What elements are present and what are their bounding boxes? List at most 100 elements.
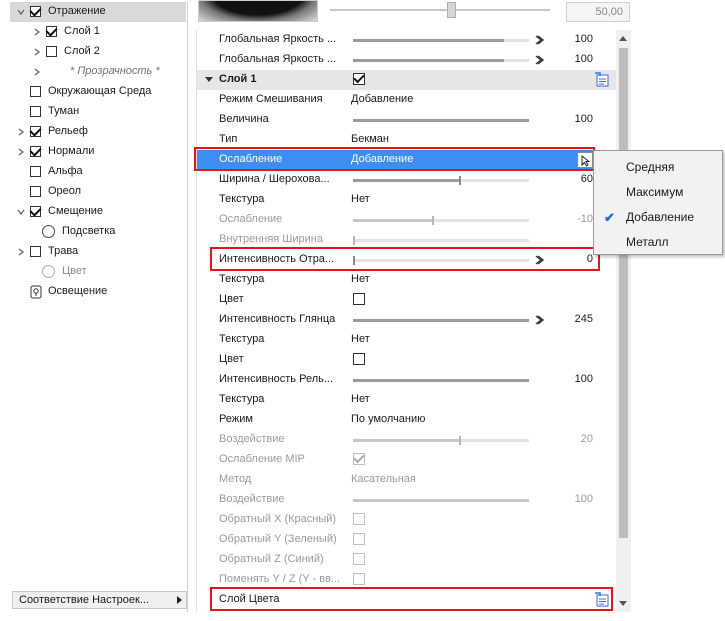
property-value[interactable]: Нет bbox=[351, 193, 370, 205]
property-row[interactable]: Ширина / Шерохова... 60 bbox=[197, 170, 617, 190]
tree-item-radio[interactable] bbox=[42, 265, 55, 278]
grid-scrollbar[interactable] bbox=[616, 30, 631, 612]
chevron-right-icon[interactable] bbox=[32, 67, 42, 77]
property-row[interactable]: Обратный Z (Синий) bbox=[197, 550, 617, 570]
dropdown-option[interactable]: Максимум bbox=[594, 180, 722, 204]
property-slider[interactable] bbox=[353, 39, 529, 42]
property-value[interactable]: Бекман bbox=[351, 133, 389, 145]
property-slider[interactable] bbox=[353, 216, 529, 225]
chevron-right-icon[interactable] bbox=[16, 127, 26, 137]
slider-thumb[interactable] bbox=[458, 176, 461, 185]
property-row[interactable]: Слой Цвета bbox=[197, 590, 617, 610]
property-value[interactable]: Добавление bbox=[351, 93, 413, 105]
tree-item[interactable]: Освещение bbox=[10, 282, 186, 302]
property-row[interactable]: Текстура Нет bbox=[197, 270, 617, 290]
property-checkbox[interactable] bbox=[353, 513, 365, 525]
tree-item-checkbox[interactable] bbox=[30, 186, 41, 197]
tree-item[interactable]: Подсветка bbox=[10, 222, 186, 242]
tree-item-checkbox[interactable] bbox=[30, 206, 41, 217]
tree-item[interactable]: Цвет bbox=[10, 262, 186, 282]
property-value[interactable]: Нет bbox=[351, 333, 370, 345]
property-checkbox[interactable] bbox=[353, 293, 365, 305]
preview-slider-track[interactable] bbox=[330, 9, 550, 11]
property-checkbox[interactable] bbox=[353, 453, 365, 465]
property-row[interactable]: Интенсивность Рель... 100 bbox=[197, 370, 617, 390]
tree-item[interactable]: Туман bbox=[10, 102, 186, 122]
tree-item[interactable]: * Прозрачность * bbox=[10, 62, 186, 82]
property-value[interactable]: Нет bbox=[351, 273, 370, 285]
tree-item-radio[interactable] bbox=[42, 225, 55, 238]
collapse-caret-icon[interactable] bbox=[205, 77, 213, 82]
property-row[interactable]: Режим Смешивания Добавление bbox=[197, 90, 617, 110]
chevron-right-icon[interactable] bbox=[16, 247, 26, 257]
tree-item-checkbox[interactable] bbox=[46, 26, 57, 37]
property-row[interactable]: Воздействие 100 bbox=[197, 490, 617, 510]
scroll-up-icon[interactable] bbox=[619, 36, 627, 41]
property-row[interactable]: Цвет bbox=[197, 290, 617, 310]
dropdown-option[interactable]: ✔ Добавление bbox=[594, 205, 722, 229]
property-slider[interactable] bbox=[353, 436, 529, 445]
property-number[interactable]: 60 bbox=[581, 173, 593, 185]
property-slider[interactable] bbox=[353, 59, 529, 62]
slider-thumb[interactable] bbox=[353, 256, 355, 265]
property-row[interactable]: Воздействие 20 bbox=[197, 430, 617, 450]
property-slider[interactable] bbox=[353, 499, 529, 502]
slider-overflow-chevron-icon[interactable] bbox=[534, 255, 545, 265]
property-row[interactable]: Текстура Нет bbox=[197, 190, 617, 210]
chevron-down-icon[interactable] bbox=[16, 207, 26, 217]
match-settings-button[interactable]: Соответствие Настроек... bbox=[12, 591, 187, 609]
property-row[interactable]: Ослабление MIP bbox=[197, 450, 617, 470]
property-slider[interactable] bbox=[353, 379, 529, 382]
tree-item[interactable]: Нормали bbox=[10, 142, 186, 162]
property-value[interactable]: Касательная bbox=[351, 473, 416, 485]
property-number[interactable]: 100 bbox=[575, 493, 593, 505]
slider-overflow-chevron-icon[interactable] bbox=[534, 315, 545, 325]
dropdown-option[interactable]: Средняя bbox=[594, 155, 722, 179]
slider-overflow-chevron-icon[interactable] bbox=[534, 35, 545, 45]
property-number[interactable]: 100 bbox=[575, 373, 593, 385]
chevron-right-icon[interactable] bbox=[32, 47, 42, 57]
property-row[interactable]: Обратный X (Красный) bbox=[197, 510, 617, 530]
chevron-right-icon[interactable] bbox=[16, 147, 26, 157]
property-slider[interactable] bbox=[353, 119, 529, 122]
property-checkbox[interactable] bbox=[353, 353, 365, 365]
property-slider[interactable] bbox=[353, 319, 529, 322]
property-row[interactable]: Текстура Нет bbox=[197, 330, 617, 350]
property-number[interactable]: 100 bbox=[575, 33, 593, 45]
property-value[interactable]: Добавление bbox=[351, 153, 413, 165]
property-row[interactable]: Глобальная Яркость ... 100 bbox=[197, 50, 617, 70]
slider-thumb[interactable] bbox=[353, 236, 355, 245]
tree-item-checkbox[interactable] bbox=[30, 246, 41, 257]
property-row[interactable]: Внутренняя Ширина bbox=[197, 230, 617, 250]
tree-item[interactable]: Ореол bbox=[10, 182, 186, 202]
layer-link-icon[interactable] bbox=[594, 592, 610, 608]
tree-item[interactable]: Альфа bbox=[10, 162, 186, 182]
slider-thumb[interactable] bbox=[458, 436, 461, 445]
chevron-down-icon[interactable] bbox=[16, 7, 26, 17]
tree-item-checkbox[interactable] bbox=[30, 106, 41, 117]
property-checkbox[interactable] bbox=[353, 573, 365, 585]
preview-value-field[interactable]: 50,00 bbox=[566, 2, 630, 22]
property-row[interactable]: Метод Касательная bbox=[197, 470, 617, 490]
scroll-thumb[interactable] bbox=[619, 48, 628, 538]
property-row[interactable]: Интенсивность Отра... 0 bbox=[197, 250, 617, 270]
slider-thumb[interactable] bbox=[432, 216, 435, 225]
tree-item-checkbox[interactable] bbox=[30, 166, 41, 177]
tree-item-checkbox[interactable] bbox=[30, 146, 41, 157]
preview-slider-thumb[interactable] bbox=[447, 2, 456, 18]
property-row[interactable]: Глобальная Яркость ... 100 bbox=[197, 30, 617, 50]
tree-item[interactable]: Слой 1 bbox=[10, 22, 186, 42]
property-row[interactable]: Ослабление -10 bbox=[197, 210, 617, 230]
property-row[interactable]: Поменять Y / Z (Y - вв... bbox=[197, 570, 617, 590]
tree-item[interactable]: Слой 2 bbox=[10, 42, 186, 62]
chevron-right-icon[interactable] bbox=[32, 27, 42, 37]
property-number[interactable]: 245 bbox=[575, 313, 593, 325]
property-value[interactable]: По умолчанию bbox=[351, 413, 425, 425]
tree-item[interactable]: Отражение bbox=[10, 2, 186, 22]
tree-item-checkbox[interactable] bbox=[30, 6, 41, 17]
tree-item-checkbox[interactable] bbox=[46, 46, 57, 57]
property-number[interactable]: 20 bbox=[581, 433, 593, 445]
property-slider[interactable] bbox=[353, 256, 529, 265]
tree-item[interactable]: Смещение bbox=[10, 202, 186, 222]
property-row[interactable]: Тип Бекман bbox=[197, 130, 617, 150]
